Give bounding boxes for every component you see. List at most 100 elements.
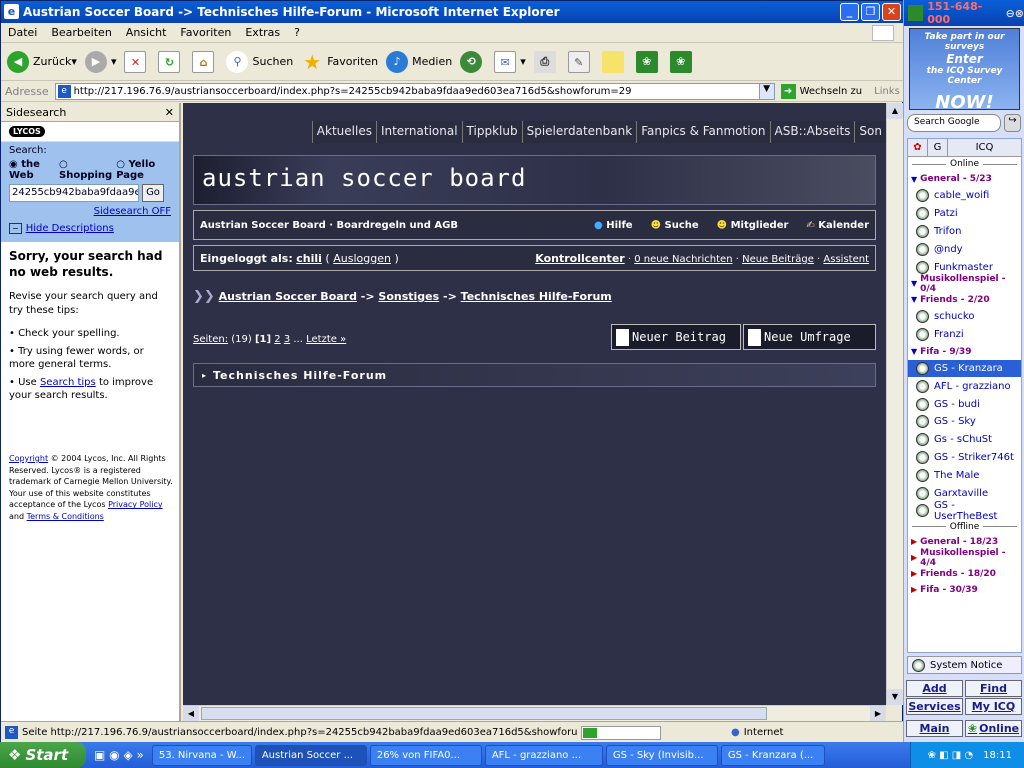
links-button[interactable]: Links	[874, 86, 900, 97]
tab-icq[interactable]: ICQ	[948, 139, 1021, 156]
icq-pro-button[interactable]: ❀	[635, 50, 662, 73]
last-page-link[interactable]: Letzte »	[306, 334, 346, 345]
nav-fanpics[interactable]: Fanpics & Fanmotion	[636, 121, 770, 143]
new-topic-button[interactable]: Neuer Beitrag	[611, 324, 741, 350]
status-button[interactable]: ❀ Online	[965, 720, 1022, 737]
nav-abseits[interactable]: ASB::Abseits	[769, 121, 855, 143]
edit-button[interactable]: ✎	[567, 50, 594, 73]
close-icon[interactable]: ✕	[165, 106, 174, 119]
go-button[interactable]: ➜ Wechseln zu	[780, 83, 862, 99]
sidesearch-input[interactable]: 24255cb942baba9fdaa9e	[9, 184, 139, 202]
contact-item[interactable]: GS - Kranzara	[908, 359, 1021, 378]
search-go-icon[interactable]: ↪	[1004, 114, 1021, 132]
maximize-button[interactable]: ❐	[861, 3, 880, 21]
contact-item[interactable]: Franzi	[908, 326, 1021, 344]
vertical-scrollbar[interactable]: ▲ ▼	[886, 103, 903, 705]
contact-item[interactable]: The Male	[908, 466, 1021, 484]
mail-button[interactable]: ✉ ▾	[494, 50, 526, 73]
search-button[interactable]: ⚲ Suchen	[226, 50, 293, 73]
contact-group[interactable]: ▼ General - 5/23	[908, 171, 1021, 187]
control-center-link[interactable]: Kontrollcenter	[535, 252, 624, 265]
board-links[interactable]: Austrian Soccer Board · Boardregeln und …	[200, 220, 458, 231]
menu-extras[interactable]: Extras	[238, 26, 287, 39]
contact-item[interactable]: Patzi	[908, 205, 1021, 223]
contact-item[interactable]: cable_woifi	[908, 187, 1021, 205]
google-search-box[interactable]: Search Google	[907, 114, 1001, 132]
horizontal-scrollbar[interactable]: ◀ ▶	[183, 705, 886, 721]
sidesearch-go-button[interactable]: Go	[142, 184, 164, 202]
media-button[interactable]: ♪ Medien	[386, 50, 452, 73]
menu-favoriten[interactable]: Favoriten	[173, 26, 238, 39]
page-2-link[interactable]: 2	[274, 334, 280, 345]
pages-label[interactable]: Seiten:	[193, 334, 228, 345]
icq-window-buttons[interactable]: ⊖⊗	[1006, 7, 1024, 20]
forum-banner[interactable]: austrian soccer board	[193, 155, 876, 205]
sidesearch-off-link[interactable]: Sidesearch OFF	[94, 206, 171, 217]
nav-spielerdatenbank[interactable]: Spielerdatenbank	[521, 121, 637, 143]
messages-link[interactable]: 0 neue Nachrichten	[634, 254, 732, 265]
radio-web[interactable]: ◉ the Web	[9, 159, 55, 181]
scroll-down-arrow[interactable]: ▼	[887, 689, 903, 705]
icq-ad-banner[interactable]: Take part in our surveys Enter the ICQ S…	[909, 28, 1020, 113]
scroll-right-arrow[interactable]: ▶	[870, 706, 886, 721]
tab-g-icon[interactable]: G	[928, 139, 948, 156]
radio-shopping[interactable]: ○ Shopping	[59, 159, 112, 181]
task-fifa-download[interactable]: 26% von FIFA0...	[369, 744, 482, 766]
menu-bearbeiten[interactable]: Bearbeiten	[44, 26, 118, 39]
help-link[interactable]: ● Hilfe	[594, 220, 633, 231]
task-gs-kranzara[interactable]: GS - Kranzara (...	[720, 744, 825, 766]
tab-flower-icon[interactable]: ✿	[908, 139, 928, 156]
new-posts-link[interactable]: Neue Beiträge	[742, 254, 814, 265]
menu-ansicht[interactable]: Ansicht	[119, 26, 174, 39]
find-button[interactable]: Find	[965, 680, 1022, 697]
task-nirvana[interactable]: 53. Nirvana - W...	[151, 744, 252, 766]
privacy-link[interactable]: Privacy Policy	[108, 500, 163, 509]
main-button[interactable]: Main	[906, 720, 963, 737]
menu-help[interactable]: ?	[287, 26, 307, 39]
radio-yellow-pages[interactable]: ○ Yello Page	[116, 159, 171, 181]
username-link[interactable]: chili	[296, 252, 322, 265]
quick-launch-icons[interactable]: ▣ ◉ ◈ »	[94, 748, 144, 762]
stop-button[interactable]: ✕	[124, 50, 150, 73]
start-button[interactable]: ❖ Start	[0, 742, 86, 768]
add-button[interactable]: Add	[906, 680, 963, 697]
crumb-board[interactable]: Austrian Soccer Board	[219, 290, 357, 303]
contact-item[interactable]: GS - Striker746t	[908, 449, 1021, 467]
task-afl-grazziano[interactable]: AFL - grazziano ...	[484, 744, 603, 766]
contact-item[interactable]: Trifon	[908, 223, 1021, 241]
scroll-thumb[interactable]	[201, 707, 767, 720]
print-button[interactable]: ⎙	[533, 50, 560, 73]
hide-descriptions-link[interactable]: Hide Descriptions	[26, 223, 114, 234]
contact-item[interactable]: Gs - sChuSt	[908, 431, 1021, 449]
contact-group[interactable]: ▼ Fifa - 9/39	[908, 344, 1021, 360]
contact-group[interactable]: ▼ Friends - 2/20	[908, 292, 1021, 308]
close-button[interactable]: ✕	[882, 3, 901, 21]
nav-sonstiges[interactable]: Son	[854, 121, 886, 143]
search-tips-link[interactable]: Search tips	[40, 377, 96, 388]
home-button[interactable]: ⌂	[192, 50, 218, 73]
logout-link[interactable]: Ausloggen	[333, 252, 391, 265]
task-austrian-soccer[interactable]: Austrian Soccer ...	[254, 744, 367, 766]
minimize-button[interactable]: _	[840, 3, 859, 21]
my-icq-button[interactable]: My ICQ	[965, 698, 1022, 715]
contact-item[interactable]: AFL - grazziano	[908, 377, 1021, 395]
nav-tippklub[interactable]: Tippklub	[461, 121, 522, 143]
members-link[interactable]: ☻ Mitglieder	[717, 220, 789, 231]
scroll-left-arrow[interactable]: ◀	[183, 706, 199, 721]
nav-aktuelles[interactable]: Aktuelles	[311, 121, 376, 143]
back-button[interactable]: ◀ Zurück ▾	[7, 50, 77, 73]
notes-button[interactable]	[601, 50, 628, 73]
crumb-forum[interactable]: Technisches Hilfe-Forum	[461, 290, 612, 303]
contact-item[interactable]: schucko	[908, 308, 1021, 326]
new-poll-button[interactable]: Neue Umfrage	[743, 324, 876, 350]
contact-item[interactable]: @ndy	[908, 240, 1021, 258]
contact-group[interactable]: ▼ Musikollenspiel - 0/4	[908, 274, 1021, 294]
icq-title-bar[interactable]: 151-648-000 ⊖⊗	[904, 0, 1024, 26]
copyright-link[interactable]: Copyright	[9, 454, 48, 463]
nav-international[interactable]: International	[375, 121, 462, 143]
menu-datei[interactable]: Datei	[1, 26, 44, 39]
search-link[interactable]: ☻ Suche	[651, 220, 699, 231]
title-bar[interactable]: e Austrian Soccer Board -> Technisches H…	[1, 1, 904, 23]
contact-group[interactable]: ▶ Friends - 18/20	[908, 566, 1021, 582]
contact-item[interactable]: GS - Sky	[908, 413, 1021, 431]
